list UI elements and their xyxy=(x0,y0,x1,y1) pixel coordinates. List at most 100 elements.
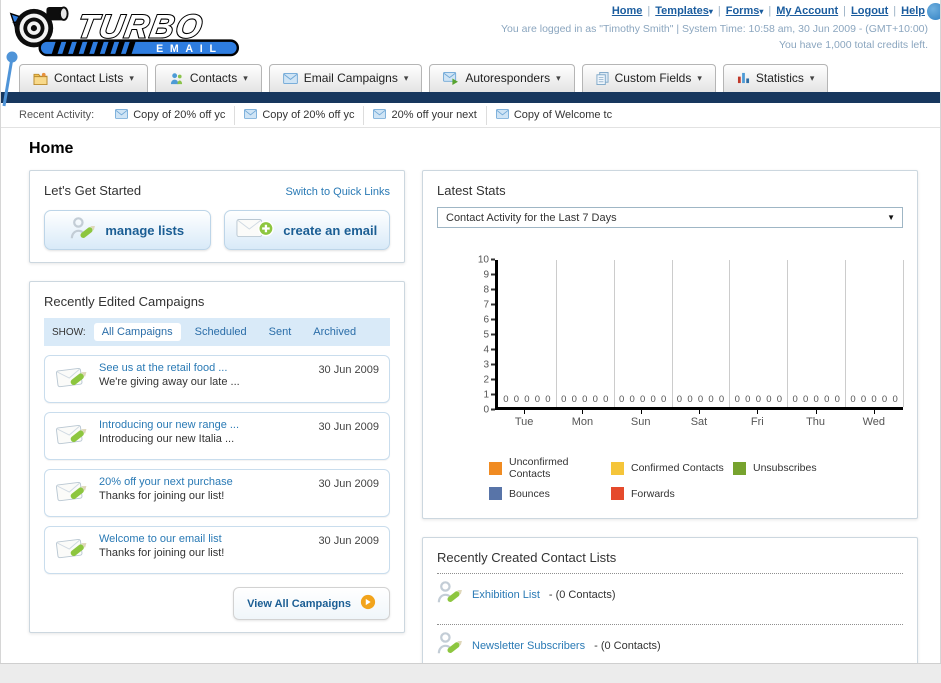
custom-fields-icon xyxy=(596,71,609,85)
top-link-home[interactable]: Home xyxy=(612,5,643,17)
campaign-card[interactable]: See us at the retail food ... We're givin… xyxy=(44,355,390,403)
tab-autoresponders[interactable]: Autoresponders ▾ xyxy=(429,64,575,92)
chart-value-label: 0 xyxy=(813,394,819,405)
credits-line: You have 1,000 total credits left. xyxy=(778,39,928,52)
chevron-down-icon: ▾ xyxy=(809,72,815,83)
tab-contact-lists[interactable]: Contact Lists ▾ xyxy=(19,64,148,92)
contact-list-item[interactable]: Newsletter Subscribers - (0 Contacts) xyxy=(437,625,903,663)
recent-activity-item[interactable]: Copy of 20% off yc xyxy=(106,105,236,125)
chart-value-label: 0 xyxy=(792,394,798,405)
filter-sent[interactable]: Sent xyxy=(261,323,300,341)
statistics-icon xyxy=(737,72,750,84)
tab-label: Contacts xyxy=(189,71,238,85)
tab-label: Autoresponders xyxy=(465,71,551,85)
manage-lists-button[interactable]: manage lists xyxy=(44,210,211,250)
switch-quick-links-link[interactable]: Switch to Quick Links xyxy=(285,186,390,198)
tab-contacts[interactable]: Contacts ▾ xyxy=(154,64,262,92)
chart-x-axis: Tue Mon Sun Sat Fri Thu Wed xyxy=(495,410,903,428)
recent-activity-item[interactable]: 20% off your next xyxy=(364,105,487,125)
campaign-text: 20% off your next purchase Thanks for joi… xyxy=(99,476,318,502)
view-all-campaigns-button[interactable]: View All Campaigns xyxy=(233,587,390,620)
chevron-down-icon: ▾ xyxy=(556,72,561,83)
campaign-envelope-icon xyxy=(55,420,99,452)
chart-value-label: 0 xyxy=(676,394,683,405)
tab-custom-fields[interactable]: Custom Fields ▾ xyxy=(581,64,716,92)
chart-gridline xyxy=(787,260,789,407)
stats-panel-title: Latest Stats xyxy=(437,183,506,198)
create-email-button[interactable]: create an email xyxy=(223,210,390,250)
campaign-title-link[interactable]: 20% off your next purchase xyxy=(99,476,318,488)
chart-value-label: 0 xyxy=(755,394,761,405)
chart-y-tick-label: 2 xyxy=(483,375,495,386)
stats-period-value: Contact Activity for the Last 7 Days xyxy=(446,211,617,224)
campaign-card[interactable]: 20% off your next purchase Thanks for joi… xyxy=(44,469,390,517)
campaign-title-link[interactable]: Welcome to our email list xyxy=(99,533,318,545)
top-link-logout[interactable]: Logout xyxy=(851,5,888,17)
campaign-date: 30 Jun 2009 xyxy=(318,364,379,376)
chart-value-label: 0 xyxy=(834,394,840,405)
header: TURBO EMAIL Home | Templates ▾ | Forms ▾ | My … xyxy=(1,0,940,64)
chart-gridline xyxy=(729,260,731,407)
chart-gridline xyxy=(555,260,557,407)
decorative-dot xyxy=(927,3,940,20)
legend-label: Forwards xyxy=(631,487,675,500)
contact-list-link[interactable]: Exhibition List xyxy=(472,589,540,601)
chart-value-label: 0 xyxy=(524,394,530,405)
chart-value-label: 0 xyxy=(718,394,725,405)
contact-list-item[interactable]: Exhibition List - (0 Contacts) xyxy=(437,574,903,616)
tab-email-campaigns[interactable]: Email Campaigns ▾ xyxy=(268,64,423,92)
contacts-icon xyxy=(169,72,184,85)
legend-swatch xyxy=(489,461,502,475)
chart-y-tick-label: 0 xyxy=(483,405,495,416)
filter-scheduled[interactable]: Scheduled xyxy=(187,323,255,341)
legend-label: Confirmed Contacts xyxy=(631,462,724,474)
top-link-my-account[interactable]: My Account xyxy=(776,5,838,17)
campaign-card[interactable]: Introducing our new range ... Introducing… xyxy=(44,412,390,460)
campaign-subtitle: We're giving away our late ... xyxy=(99,376,240,388)
top-link-forms[interactable]: Forms ▾ xyxy=(726,5,764,17)
legend-item-bounces: Bounces xyxy=(489,487,611,500)
tab-statistics[interactable]: Statistics ▾ xyxy=(722,64,829,92)
chart-legend: Unconfirmed Contacts Confirmed Contacts Un… xyxy=(489,456,903,500)
campaign-title-link[interactable]: See us at the retail food ... xyxy=(99,362,318,374)
app-logo[interactable]: TURBO EMAIL xyxy=(7,2,259,65)
chart-x-tick-label: Fri xyxy=(728,410,786,428)
create-email-icon xyxy=(236,217,275,243)
folder-icon xyxy=(33,72,48,85)
activity-item-label: Copy of 20% off yc xyxy=(133,109,226,121)
chart-x-tick-label: Thu xyxy=(786,410,844,428)
chart-value-label: 0 xyxy=(661,394,667,405)
right-column: Latest Stats Contact Activity for the La… xyxy=(422,170,918,663)
page: TURBO EMAIL Home | Templates ▾ | Forms ▾ | My … xyxy=(0,0,941,663)
chart-value-group: 00000 xyxy=(845,394,903,405)
view-all-campaigns-label: View All Campaigns xyxy=(247,597,351,610)
campaign-card[interactable]: Welcome to our email list Thanks for join… xyxy=(44,526,390,574)
campaign-title-link[interactable]: Introducing our new range ... xyxy=(99,419,318,431)
chart-value-label: 0 xyxy=(592,394,598,405)
chart-gridline xyxy=(903,260,904,407)
footer-strip xyxy=(0,663,941,683)
campaign-envelope-icon xyxy=(55,534,99,566)
chart-value-label: 0 xyxy=(571,394,577,405)
campaigns-panel-title: Recently Edited Campaigns xyxy=(44,294,205,309)
campaign-date: 30 Jun 2009 xyxy=(318,535,379,547)
contact-list-link[interactable]: Newsletter Subscribers xyxy=(472,640,585,652)
filter-all-campaigns[interactable]: All Campaigns xyxy=(93,323,181,341)
legend-item-confirmed-contacts: Confirmed Contacts xyxy=(611,456,733,480)
person-pencil-icon xyxy=(437,580,463,610)
chart-value-label: 0 xyxy=(850,394,856,405)
legend-item-unsubscribes: Unsubscribes xyxy=(733,456,903,480)
recent-activity-item[interactable]: Copy of 20% off yc xyxy=(235,105,365,125)
top-link-help[interactable]: Help xyxy=(901,5,925,17)
stats-period-select[interactable]: Contact Activity for the Last 7 Days ▼ xyxy=(437,207,903,228)
filter-archived[interactable]: Archived xyxy=(305,323,364,341)
chart-value-label: 0 xyxy=(582,394,588,405)
chart-value-label: 0 xyxy=(618,394,625,405)
chart-gridline xyxy=(613,260,615,407)
chevron-down-icon: ▾ xyxy=(759,7,764,16)
chart-gridline xyxy=(671,260,673,407)
campaign-date: 30 Jun 2009 xyxy=(318,421,379,433)
top-link-templates[interactable]: Templates ▾ xyxy=(655,5,713,17)
recent-activity-item[interactable]: Copy of Welcome tc xyxy=(487,106,621,125)
chevron-down-icon: ▾ xyxy=(697,72,702,83)
